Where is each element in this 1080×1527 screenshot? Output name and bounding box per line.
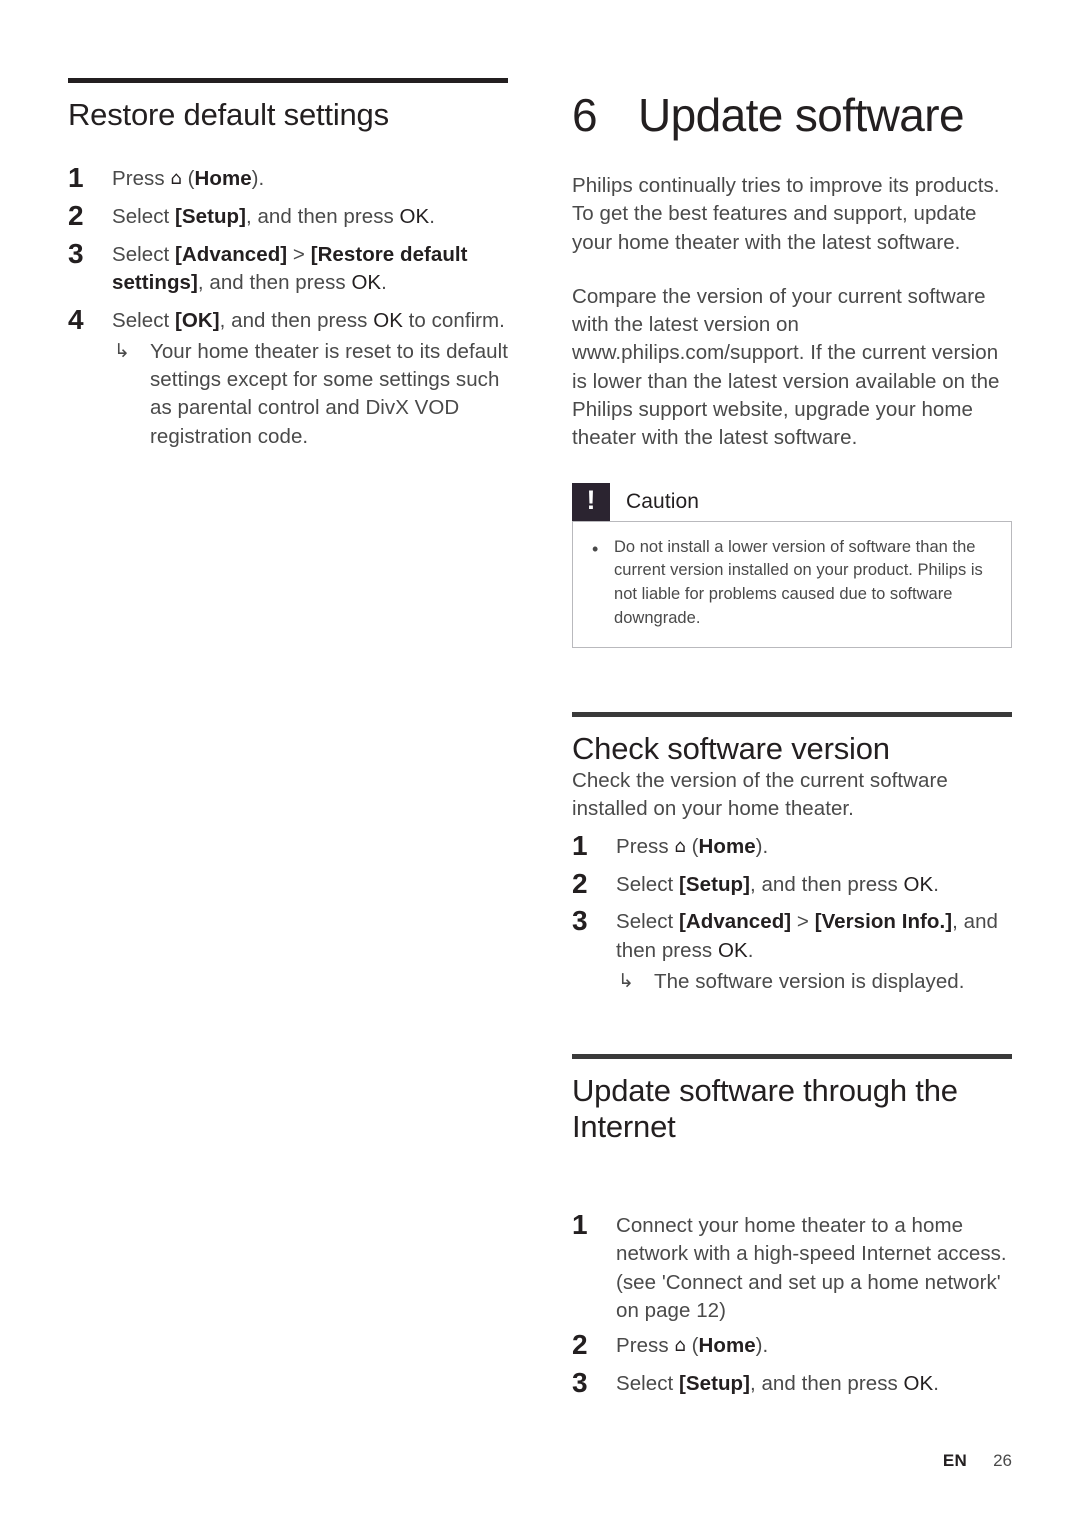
step-item: 1 Connect your home theater to a home ne…	[572, 1207, 1012, 1325]
heading-restore-default-settings: Restore default settings	[68, 97, 389, 132]
caution-note-body: • Do not install a lower version of soft…	[572, 520, 1012, 649]
substep-arrow-icon: ↳	[618, 969, 634, 992]
step-text: Select [Setup], and then press OK.	[112, 205, 436, 229]
substep-text: The software version is displayed.	[654, 969, 965, 993]
right-column: 6 Update software Philips continually tr…	[572, 78, 1012, 1403]
heading-check-software-version: Check software version	[572, 731, 890, 767]
step-number: 1	[572, 1209, 588, 1241]
steps-restore-default: 1 Press ⌂ (Home). 2 Select [Setup], and …	[68, 160, 508, 451]
step-number: 2	[572, 1329, 588, 1361]
section-intro-text: Check the version of the current softwar…	[572, 769, 948, 821]
step-item: 4 Select [OK], and then press OK to conf…	[68, 302, 508, 451]
step-text: Press ⌂ (Home).	[616, 834, 769, 858]
step-item: 3 Select [Advanced] > [Version Info.], a…	[572, 903, 1012, 996]
step-number: 3	[572, 1367, 588, 1399]
step-item: 3 Select [Advanced] > [Restore default s…	[68, 236, 508, 298]
step-text: Select [Setup], and then press OK.	[616, 1372, 940, 1396]
step-text: Connect your home theater to a home netw…	[616, 1214, 1007, 1322]
step-number: 3	[572, 905, 588, 937]
chapter-heading: 6 Update software	[572, 92, 1012, 138]
substep-text: Your home theater is reset to its defaul…	[150, 339, 508, 448]
step-item: 3 Select [Setup], and then press OK.	[572, 1365, 1012, 1401]
step-item: 2 Select [Setup], and then press OK.	[572, 866, 1012, 902]
caution-title: Caution	[626, 489, 700, 513]
step-text: Select [Advanced] > [Restore default set…	[112, 242, 468, 295]
caution-note: ! Caution • Do not install a lower versi…	[572, 482, 1012, 649]
section-check-software-version: Check software version Check the version…	[572, 712, 1012, 996]
step-text: Press ⌂ (Home).	[112, 167, 265, 191]
section-rule-update-software-internet	[572, 1054, 1012, 1060]
step-number: 1	[572, 829, 588, 861]
step-item: 1 Press ⌂ (Home).	[68, 160, 508, 196]
intro-paragraph: Philips continually tries to improve its…	[572, 174, 1000, 254]
exclamation-mark-icon: !	[586, 485, 596, 516]
bullet-icon: •	[592, 538, 599, 559]
section-update-software-internet: Update software through the Internet 1 C…	[572, 1054, 1012, 1401]
step-text: Select [Setup], and then press OK.	[616, 872, 940, 896]
page-footer: EN 26	[943, 1451, 1012, 1471]
substep-item: ↳ The software version is displayed.	[616, 968, 1012, 996]
step-text: Press ⌂ (Home).	[616, 1334, 769, 1358]
intro-paragraph: Compare the version of your current soft…	[572, 284, 1000, 450]
step-item: 1 Press ⌂ (Home).	[572, 828, 1012, 864]
step-number: 2	[68, 200, 84, 232]
steps-update-software-internet: 1 Connect your home theater to a home ne…	[572, 1207, 1012, 1401]
caution-list-item: • Do not install a lower version of soft…	[589, 536, 995, 632]
step-number: 2	[572, 867, 588, 899]
step-text: Select [OK], and then press OK to confir…	[112, 302, 508, 451]
step-item: 2 Select [Setup], and then press OK.	[68, 198, 508, 234]
chapter-number: 6	[572, 89, 598, 141]
substep-item: ↳ Your home theater is reset to its defa…	[112, 338, 508, 451]
chapter-title: Update software	[638, 89, 965, 141]
steps-check-software-version: 1 Press ⌂ (Home). 2 Select [Setup], and …	[572, 828, 1012, 997]
left-column: Restore default settings 1 Press ⌂ (Home…	[68, 78, 508, 453]
footer-page-number: 26	[993, 1451, 1012, 1470]
manual-page: Restore default settings 1 Press ⌂ (Home…	[0, 0, 1080, 1527]
heading-update-software-internet: Update software through the Internet	[572, 1073, 958, 1145]
intro-paragraphs: Philips continually tries to improve its…	[572, 172, 1012, 453]
step-number: 1	[68, 162, 84, 194]
section-rule-check-software-version	[572, 712, 1012, 718]
home-icon: ⌂	[674, 1335, 686, 1357]
section-rule-restore-default	[68, 78, 508, 83]
step-number: 4	[68, 303, 84, 335]
caution-icon: !	[572, 482, 610, 521]
substep-arrow-icon: ↳	[114, 339, 130, 362]
home-icon: ⌂	[170, 168, 182, 190]
caution-note-header: ! Caution	[572, 482, 1012, 521]
step-item: 2 Press ⌂ (Home).	[572, 1327, 1012, 1363]
footer-language-code: EN	[942, 1451, 968, 1470]
step-number: 3	[68, 237, 84, 269]
home-icon: ⌂	[674, 835, 686, 857]
caution-item-text: Do not install a lower version of softwa…	[614, 537, 983, 628]
step-text: Select [Advanced] > [Version Info.], and…	[616, 903, 1012, 996]
